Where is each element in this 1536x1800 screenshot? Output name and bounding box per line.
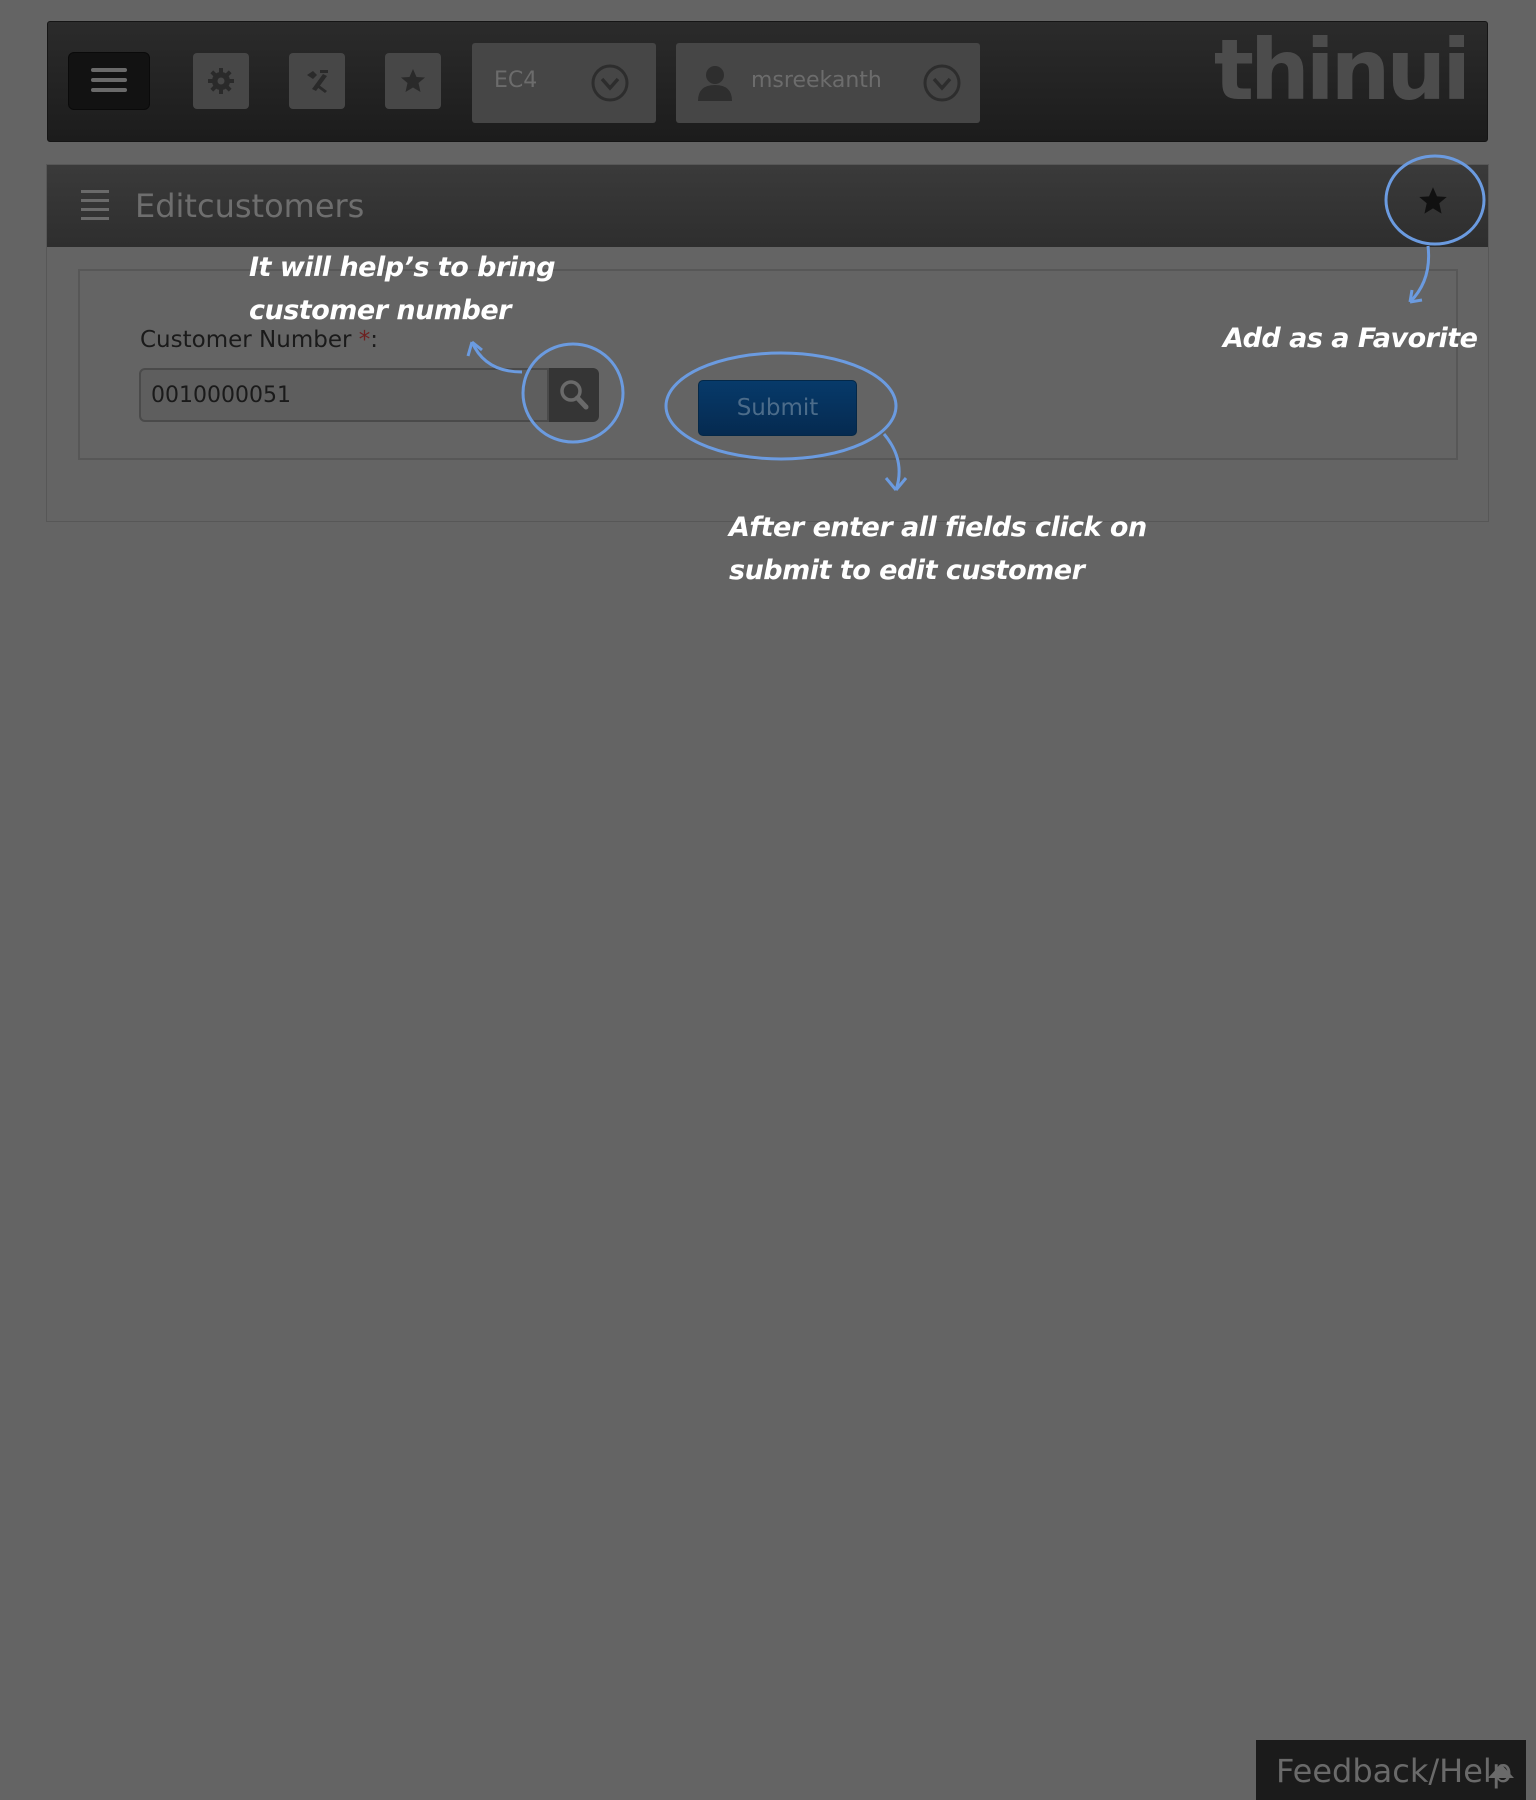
environment-dropdown[interactable]: EC4 <box>472 43 656 123</box>
username: msreekanth <box>751 68 882 93</box>
tools-icon <box>307 70 328 93</box>
star-icon <box>401 69 425 92</box>
search-annotation-line2: customer number <box>249 295 511 326</box>
submit-annotation-line1: After enter all fields click on <box>729 512 1147 543</box>
user-icon <box>698 66 732 101</box>
list-icon[interactable] <box>81 190 109 220</box>
user-dropdown[interactable]: msreekanth <box>676 43 980 123</box>
chevron-up-icon <box>1488 1764 1514 1778</box>
menu-icon-bar <box>91 88 127 92</box>
feedback-help-label: Feedback/Help <box>1276 1752 1513 1790</box>
thinui-logo: thinui <box>1213 21 1471 119</box>
panel-header: Editcustomers <box>47 165 1488 247</box>
favorite-annotation-text: Add as a Favorite <box>1223 323 1478 354</box>
gear-icon <box>208 68 234 94</box>
tools-button[interactable] <box>289 53 345 109</box>
search-annotation: It will help’s to bring customer number <box>249 246 556 332</box>
menu-icon-bar <box>91 68 127 72</box>
chevron-down-icon <box>923 64 961 102</box>
add-favorite-star-icon[interactable] <box>1417 185 1449 217</box>
favorite-annotation: Add as a Favorite <box>1223 317 1478 360</box>
chevron-down-icon <box>591 64 629 102</box>
feedback-help-tab[interactable]: Feedback/Help <box>1256 1740 1526 1800</box>
submit-button[interactable]: Submit <box>698 380 857 436</box>
favorites-button[interactable] <box>385 53 441 109</box>
search-icon <box>560 380 589 410</box>
top-header-bar: EC4 msreekanth thinui <box>47 21 1488 142</box>
customer-search-button[interactable] <box>549 368 599 422</box>
submit-annotation: After enter all fields click on submit t… <box>729 506 1147 592</box>
customer-number-input[interactable] <box>139 368 549 422</box>
settings-button[interactable] <box>193 53 249 109</box>
search-annotation-line1: It will help’s to bring <box>249 252 556 283</box>
menu-icon-bar <box>91 78 127 82</box>
main-menu-button[interactable] <box>68 52 150 110</box>
page-title: Editcustomers <box>135 187 365 225</box>
environment-value: EC4 <box>494 68 538 93</box>
submit-annotation-line2: submit to edit customer <box>729 555 1085 586</box>
